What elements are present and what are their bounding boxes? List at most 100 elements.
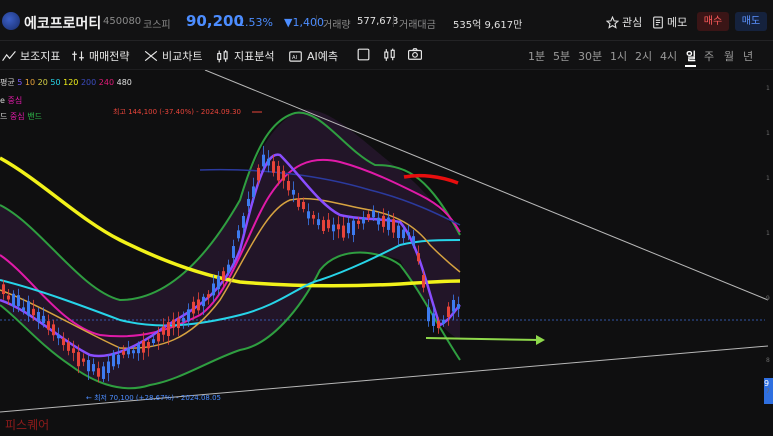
compare-chart-label: 비교차트	[162, 50, 203, 63]
candle-body	[302, 201, 305, 210]
candle-body	[317, 219, 320, 226]
bollinger-legend[interactable]: 드 중심 밴드	[0, 111, 42, 122]
candle-body	[312, 214, 315, 219]
ma-480-legend: 480	[116, 78, 132, 87]
axis-tick: 1	[766, 85, 770, 92]
high-annotation: 최고 144,100 (-37.40%) - 2024.09.30	[113, 108, 242, 116]
candle-body	[272, 161, 275, 173]
ma-legend-label: 평균	[0, 78, 15, 87]
memo-label: 메모	[667, 16, 688, 29]
candle-body	[262, 154, 265, 167]
candle-body	[107, 361, 110, 373]
ma-50-legend: 50	[50, 78, 61, 87]
candle-body	[427, 307, 430, 322]
ai-forecast-button[interactable]: AI AI예측	[288, 48, 338, 64]
candle-body	[287, 180, 290, 191]
change-amount: ▼1,400	[284, 16, 324, 29]
candle-body	[57, 334, 60, 339]
bollinger-prefix: 드	[0, 112, 8, 121]
period-week[interactable]: 주	[704, 48, 714, 64]
candle-body	[307, 211, 310, 219]
candle-body	[27, 301, 30, 316]
candle-body	[242, 215, 245, 228]
axis-tick: 8	[766, 357, 770, 364]
candle-body	[177, 318, 180, 329]
period-1hour[interactable]: 1시	[610, 48, 627, 64]
amount-value: 535억 9,617만	[453, 20, 523, 31]
trading-strategy-button[interactable]: 매매전략	[71, 48, 129, 64]
indicator-analysis-label: 지표분석	[234, 50, 275, 63]
candle-body	[417, 253, 420, 262]
candle-body	[157, 333, 160, 342]
compare-chart-button[interactable]: 비교차트	[144, 48, 202, 64]
period-4hour[interactable]: 4시	[660, 48, 677, 64]
ma-legend[interactable]: 평균 5 10 20 50 120 200 240 480	[0, 77, 132, 88]
candle-body	[267, 158, 270, 166]
candle-body	[247, 198, 250, 207]
candle-body	[367, 214, 370, 219]
period-day[interactable]: 일	[686, 48, 696, 64]
indicators-button[interactable]: 보조지표	[2, 48, 60, 64]
strategy-sliders-icon	[72, 51, 84, 61]
watch-button[interactable]: 관심	[606, 14, 642, 30]
period-5min[interactable]: 5분	[553, 48, 570, 64]
candle-body	[422, 275, 425, 288]
memo-button[interactable]: 메모	[652, 14, 687, 30]
candle-body	[47, 321, 50, 330]
candle-body	[127, 348, 130, 355]
candle-body	[232, 246, 235, 258]
period-2hour[interactable]: 2시	[635, 48, 652, 64]
stock-name[interactable]: 에코프로머티	[24, 13, 101, 33]
candle-body	[292, 189, 295, 195]
square-tool-button[interactable]	[357, 48, 370, 61]
volume-label: 거래량	[323, 20, 351, 31]
star-icon	[606, 15, 619, 29]
compare-arrows-icon	[144, 50, 158, 62]
buy-button[interactable]: 매수	[697, 12, 729, 31]
candle-body	[277, 165, 280, 181]
candle-body	[322, 220, 325, 231]
candle-body	[147, 342, 150, 349]
candle-body	[412, 236, 415, 246]
candle-body	[392, 219, 395, 233]
line2-legend[interactable]: e 중심	[0, 95, 22, 106]
indicator-analysis-button[interactable]: 지표분석	[216, 48, 274, 64]
analysis-candles-icon	[217, 49, 228, 62]
candle-body	[257, 167, 260, 181]
candle-body	[162, 326, 165, 335]
candle-body	[282, 170, 285, 181]
candle-body	[72, 348, 75, 353]
candle-body	[377, 217, 380, 225]
candle-body	[387, 217, 390, 230]
candle-body	[62, 338, 65, 346]
line2-label: 중심	[7, 96, 23, 105]
candle-body	[342, 225, 345, 238]
sell-button[interactable]: 매도	[735, 12, 767, 31]
period-month[interactable]: 월	[724, 48, 734, 64]
watermark: 피스퀘어	[5, 418, 50, 432]
candle-body	[82, 358, 85, 362]
chart-canvas	[0, 70, 769, 413]
period-1min[interactable]: 1분	[528, 48, 545, 64]
ma-200-legend: 200	[80, 78, 97, 87]
candle-body	[352, 220, 355, 236]
candle-type-button[interactable]	[383, 48, 396, 62]
candle-body	[67, 342, 70, 351]
active-period-indicator	[685, 65, 696, 67]
candle-body	[457, 304, 460, 309]
candle-body	[442, 319, 445, 324]
bollinger-mid-label: 중심	[9, 112, 25, 121]
memo-icon	[653, 16, 663, 28]
period-30min[interactable]: 30분	[578, 48, 602, 64]
candle-body	[102, 366, 105, 379]
axis-tick: 1	[766, 130, 770, 137]
camera-icon	[408, 48, 422, 60]
screenshot-button[interactable]	[408, 48, 422, 60]
ma-120-legend: 120	[63, 78, 79, 87]
candle-body	[52, 324, 55, 336]
ai-forecast-label: AI예측	[307, 50, 339, 63]
price-chart[interactable]: 평균 5 10 20 50 120 200 240 480 e 중심 드 중심 …	[0, 70, 773, 436]
candle-body	[7, 295, 10, 300]
candle-body	[192, 301, 195, 314]
period-year[interactable]: 년	[743, 48, 753, 64]
